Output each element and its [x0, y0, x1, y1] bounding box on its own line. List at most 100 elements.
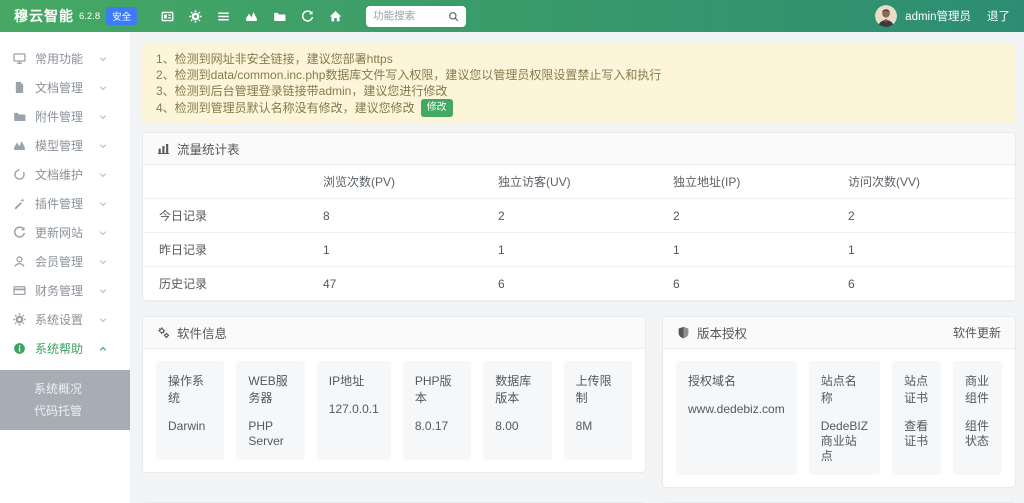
sidebar-item[interactable]: 模型管理 — [0, 131, 130, 160]
license-value[interactable]: DedeBIZ商业站点 — [821, 419, 868, 464]
license-box: 站点名称 DedeBIZ商业站点 — [809, 361, 880, 475]
sidebar-item-label: 系统帮助 — [35, 340, 98, 357]
license-label: 商业组件 — [965, 372, 990, 406]
sidebar-item[interactable]: 文档管理 — [0, 73, 130, 102]
cell-ip: 6 — [665, 267, 840, 301]
cell-uv: 2 — [490, 199, 665, 233]
info-value: 8.0.17 — [415, 419, 459, 434]
avatar[interactable] — [875, 5, 897, 27]
license-value[interactable]: www.dedebiz.com — [688, 402, 785, 417]
function-search[interactable] — [366, 6, 466, 27]
info-label: 数据库版本 — [495, 372, 539, 406]
home-icon[interactable] — [329, 10, 342, 23]
sidebar-item[interactable]: 系统帮助 — [0, 334, 130, 363]
search-input[interactable] — [373, 10, 448, 22]
info-value: Darwin — [168, 419, 212, 434]
license-label: 站点证书 — [904, 372, 929, 406]
software-update-link[interactable]: 软件更新 — [953, 324, 1001, 341]
license-value[interactable]: 组件状态 — [965, 419, 990, 449]
user-icon — [13, 255, 26, 268]
table-row: 今日记录 8 2 2 2 — [143, 199, 1015, 233]
row-label: 历史记录 — [143, 267, 315, 301]
license-label: 授权域名 — [688, 372, 785, 389]
chevron-down-icon — [98, 112, 108, 122]
sidebar-item[interactable]: 插件管理 — [0, 189, 130, 218]
file-icon — [13, 81, 26, 94]
search-icon — [448, 11, 459, 22]
refresh-icon — [13, 226, 26, 239]
table-row: 昨日记录 1 1 1 1 — [143, 233, 1015, 267]
column-header: 访问次数(VV) — [840, 165, 1015, 199]
cell-ip: 1 — [665, 233, 840, 267]
table-row: 历史记录 47 6 6 6 — [143, 267, 1015, 301]
sidebar-item[interactable]: 更新网站 — [0, 218, 130, 247]
info-label: PHP版本 — [415, 372, 459, 406]
sidebar-item[interactable]: 附件管理 — [0, 102, 130, 131]
info-value: 127.0.0.1 — [329, 402, 379, 417]
top-bar: 穆云智能 6.2.8 安全 admin管理员 退了 — [0, 0, 1024, 32]
info-value: 8M — [576, 419, 620, 434]
license-card: 版本授权 软件更新 授权域名 www.dedebiz.com 站点名称 Dede… — [662, 316, 1016, 488]
chevron-down-icon — [98, 199, 108, 209]
notice-text: 2、检测到data/common.inc.php数据库文件写入权限，建议您以管理… — [156, 67, 661, 83]
info-label: 操作系统 — [168, 372, 212, 406]
sidebar-item[interactable]: 系统设置 — [0, 305, 130, 334]
info-label: IP地址 — [329, 372, 379, 389]
info-icon — [13, 342, 26, 355]
sidebar-item-label: 文档维护 — [35, 166, 98, 183]
sidebar-item[interactable]: 文档维护 — [0, 160, 130, 189]
chevron-down-icon — [98, 344, 108, 354]
sidebar-item-label: 系统设置 — [35, 311, 98, 328]
menu-icon[interactable] — [217, 10, 230, 23]
security-badge[interactable]: 安全 — [106, 7, 137, 25]
sidebar-item[interactable]: 常用功能 — [0, 44, 130, 73]
fix-badge[interactable]: 修改 — [421, 99, 453, 117]
table-body: 今日记录 8 2 2 2 昨日记录 1 1 1 1 — [143, 199, 1015, 301]
sidebar-submenu-item[interactable]: 代码托管 — [0, 400, 130, 422]
sidebar-submenu: 系统概况 代码托管 — [0, 370, 130, 430]
gears-icon — [157, 326, 170, 339]
circle-icon — [13, 168, 26, 181]
traffic-stats-card: 流量统计表 浏览次数(PV) 独立访客(UV) 独立地址(IP) 访问次数(VV… — [142, 132, 1016, 302]
traffic-stats-table: 浏览次数(PV) 独立访客(UV) 独立地址(IP) 访问次数(VV) 今日记录… — [143, 165, 1015, 301]
gear-icon[interactable] — [189, 10, 202, 23]
chevron-down-icon — [98, 170, 108, 180]
cell-uv: 6 — [490, 267, 665, 301]
sidebar-item[interactable]: 财务管理 — [0, 276, 130, 305]
chart-area-icon — [13, 139, 26, 152]
license-label: 站点名称 — [821, 372, 868, 406]
article-icon[interactable] — [161, 10, 174, 23]
sidebar-item[interactable]: 会员管理 — [0, 247, 130, 276]
bar-chart-icon — [157, 142, 170, 155]
software-info-header: 软件信息 — [143, 317, 645, 349]
chevron-down-icon — [98, 54, 108, 64]
sidebar-item-label: 会员管理 — [35, 253, 98, 270]
logout-button[interactable]: 退了 — [987, 8, 1010, 24]
software-info-card: 软件信息 操作系统 Darwin WEB服务器 PHP Server — [142, 316, 646, 473]
chart-area-icon[interactable] — [245, 10, 258, 23]
software-info-box: IP地址 127.0.0.1 — [317, 361, 391, 460]
column-header: 浏览次数(PV) — [315, 165, 490, 199]
info-label: 上传限制 — [576, 372, 620, 406]
table-corner-cell — [143, 165, 315, 199]
cell-vv: 2 — [840, 199, 1015, 233]
security-notice-panel: 1、检测到网址非安全链接，建议您部署https 2、检测到data/common… — [142, 44, 1016, 124]
cell-pv: 1 — [315, 233, 490, 267]
license-title: 版本授权 — [697, 323, 747, 342]
license-value[interactable]: 查看证书 — [904, 419, 929, 449]
software-info-box: 操作系统 Darwin — [156, 361, 224, 460]
refresh-icon[interactable] — [301, 10, 314, 23]
sidebar-submenu-item[interactable]: 系统概况 — [0, 378, 130, 400]
info-value: PHP Server — [248, 419, 292, 449]
version-label: 6.2.8 — [79, 11, 100, 22]
gear-icon — [13, 313, 26, 326]
cell-uv: 1 — [490, 233, 665, 267]
sidebar-item-label: 插件管理 — [35, 195, 98, 212]
cell-pv: 47 — [315, 267, 490, 301]
software-info-box: WEB服务器 PHP Server — [236, 361, 304, 460]
chevron-down-icon — [98, 315, 108, 325]
main-content: 1、检测到网址非安全链接，建议您部署https 2、检测到data/common… — [130, 32, 1024, 503]
notice-line: 4、检测到管理员默认名称没有修改，建议您修改 修改 — [156, 99, 1002, 117]
username[interactable]: admin管理员 — [905, 8, 971, 24]
folder-icon[interactable] — [273, 10, 286, 23]
